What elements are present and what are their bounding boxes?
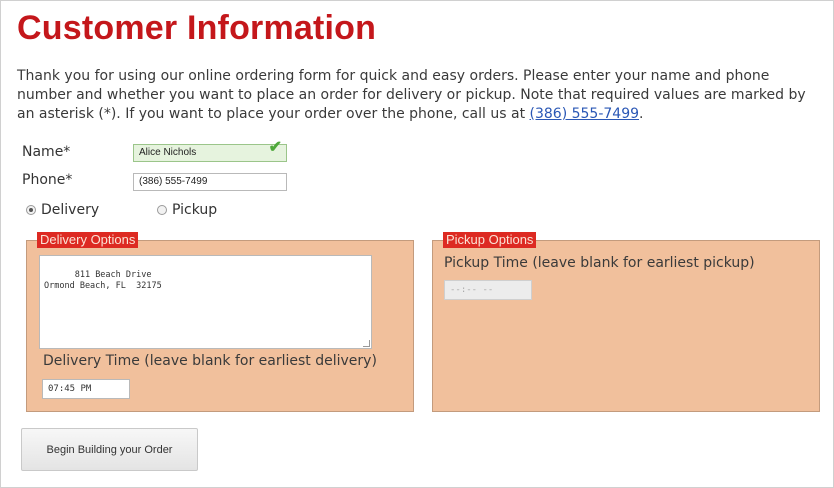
intro-text: Thank you for using our online ordering …	[17, 68, 806, 122]
pickup-radio-option[interactable]: Pickup	[157, 202, 217, 218]
delivery-time-input[interactable]: 07:45 PM	[42, 379, 130, 399]
intro-paragraph: Thank you for using our online ordering …	[17, 67, 825, 124]
delivery-time-value: 07:45 PM	[48, 384, 92, 394]
delivery-options-legend: Delivery Options	[37, 232, 139, 248]
pickup-time-value: --:-- --	[450, 285, 494, 295]
delivery-address-value: 811 Beach Drive Ormond Beach, FL 32175	[44, 270, 162, 291]
name-field[interactable]: Alice Nichols ✔	[133, 139, 287, 162]
name-label: Name*	[22, 144, 71, 160]
delivery-radio-option[interactable]: Delivery	[26, 202, 99, 218]
phone-field[interactable]: (386) 555-7499	[133, 173, 287, 191]
phone-link[interactable]: (386) 555-7499	[530, 106, 640, 122]
intro-end: .	[639, 106, 644, 122]
phone-value: (386) 555-7499	[139, 176, 208, 187]
name-value: Alice Nichols	[139, 147, 197, 158]
delivery-options-panel: Delivery Options 811 Beach Drive Ormond …	[26, 232, 414, 412]
page-frame: Customer Information Thank you for using…	[0, 0, 834, 488]
delivery-radio[interactable]	[26, 205, 36, 215]
page-title: Customer Information	[17, 9, 377, 47]
begin-order-button[interactable]: Begin Building your Order	[21, 428, 198, 471]
pickup-radio-label: Pickup	[172, 202, 218, 218]
pickup-options-legend: Pickup Options	[443, 232, 537, 248]
resize-handle-icon[interactable]	[363, 340, 370, 347]
phone-label: Phone*	[22, 172, 73, 188]
pickup-options-panel: Pickup Options Pickup Time (leave blank …	[432, 232, 820, 412]
checkmark-icon: ✔	[268, 139, 282, 156]
delivery-radio-label: Delivery	[41, 202, 100, 218]
delivery-address-textarea[interactable]: 811 Beach Drive Ormond Beach, FL 32175	[39, 255, 372, 349]
pickup-radio[interactable]	[157, 205, 167, 215]
pickup-time-label: Pickup Time (leave blank for earliest pi…	[444, 255, 755, 271]
pickup-time-input[interactable]: --:-- --	[444, 280, 532, 300]
delivery-time-label: Delivery Time (leave blank for earliest …	[43, 353, 377, 369]
